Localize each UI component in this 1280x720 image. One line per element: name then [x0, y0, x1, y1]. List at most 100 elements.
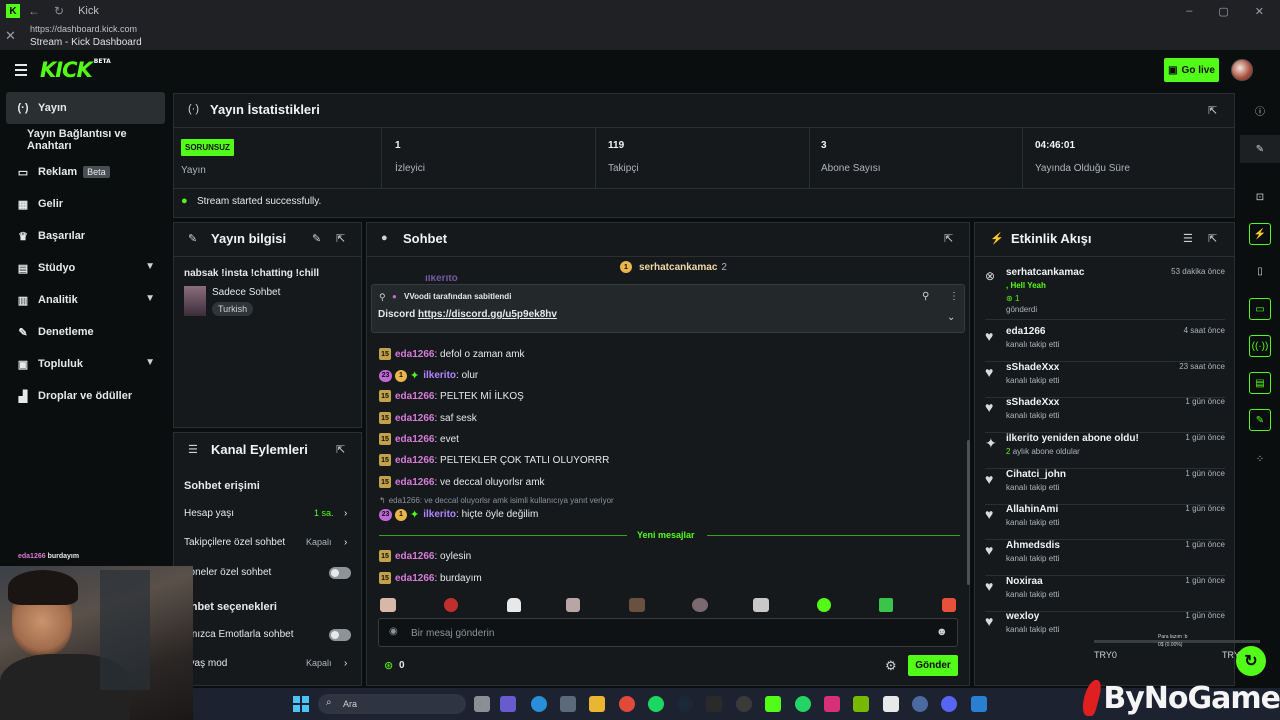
activity-item[interactable]: ♥ AllahinAmi 1 gün önce kanalı takip etti [985, 504, 1225, 540]
windows-start-icon[interactable] [293, 696, 309, 712]
avatar[interactable] [1231, 59, 1253, 81]
edge-icon[interactable] [531, 696, 547, 712]
sidebar-item-gelir[interactable]: ▦ Gelir [6, 188, 165, 220]
sidebar-item-stream-key[interactable]: Yayın Bağlantısı ve Anahtarı [6, 124, 165, 156]
wrench-icon[interactable]: ✎ [1249, 409, 1271, 431]
popout-icon[interactable]: ⇱ [1208, 232, 1217, 245]
refresh-icon[interactable]: ↻ [1236, 646, 1266, 676]
obs-icon[interactable] [736, 696, 752, 712]
activity-item[interactable]: ♥ Cihatci_john 1 gün önce kanalı takip etti [985, 469, 1225, 505]
activity-item[interactable]: ♥ eda1266 4 saat önce kanalı takip etti [985, 326, 1225, 362]
sidebar-item-reklam[interactable]: ▭ Reklam Beta [6, 156, 165, 188]
emote-icon[interactable] [629, 598, 645, 612]
popout-icon[interactable]: ⇱ [944, 232, 953, 245]
channel-actions-panel [173, 432, 362, 686]
activity-item[interactable]: ♥ Noxiraa 1 gün önce kanalı takip etti [985, 576, 1225, 612]
steam-icon[interactable] [677, 696, 693, 712]
subs-only-toggle[interactable] [329, 567, 351, 579]
menu-icon[interactable] [15, 64, 27, 79]
sidebar-item-topluluk[interactable]: ▣ Topluluk ▼ [6, 348, 165, 380]
sidebar-item-denetleme[interactable]: ✎ Denetleme [6, 316, 165, 348]
activity-item[interactable]: ⊗ serhatcankamac 53 dakika önce , Hell Y… [985, 267, 1225, 320]
drops-icon: ▟ [18, 390, 28, 403]
sidebar-item-studyo[interactable]: ▤ Stüdyo ▼ [6, 252, 165, 284]
emote-icon[interactable] [817, 598, 831, 612]
popout-icon[interactable]: ⇱ [1208, 104, 1217, 117]
emoji-icon[interactable]: ☻ [936, 626, 948, 638]
screenshot-icon[interactable]: ⊡ [1249, 186, 1271, 208]
go-live-button[interactable]: ▣ Go live [1164, 58, 1219, 82]
taskbar-search[interactable]: ⌕ Ara [318, 694, 466, 714]
app-icon[interactable] [912, 696, 928, 712]
heart-icon: ♥ [985, 364, 994, 380]
widgets-icon[interactable] [500, 696, 516, 712]
sidebar-item-yayin[interactable]: (·) Yayın [6, 92, 165, 124]
stats-icon[interactable]: ▤ [1249, 372, 1271, 394]
chevron-down-icon[interactable]: ⌄ [947, 312, 955, 323]
kick-icon[interactable] [765, 696, 781, 712]
activity-item[interactable]: ♥ Ahmedsdis 1 gün önce kanalı takip etti [985, 540, 1225, 576]
back-icon[interactable]: ← [28, 4, 40, 18]
emote-only-toggle[interactable] [329, 629, 351, 641]
emote-icon[interactable] [942, 598, 956, 612]
emote-icon[interactable] [566, 598, 580, 612]
reload-icon[interactable]: ↻ [54, 4, 64, 18]
chat-input[interactable]: ◉ Bir mesaj gönderin ☻ [378, 618, 958, 647]
taskview-icon[interactable] [474, 696, 490, 712]
document-icon[interactable]: ▯ [1249, 260, 1271, 282]
followers-only-row[interactable]: Takipçilere özel sohbet Kapalı › [184, 537, 354, 548]
pinned-message[interactable]: ⚲ ● VVoodi tarafından sabitlendi Discord… [371, 284, 965, 333]
discord-link[interactable]: https://discord.gg/u5p9ek8hv [418, 309, 557, 320]
emote-icon[interactable] [380, 598, 396, 612]
popout-icon[interactable]: ⇱ [336, 232, 345, 245]
activity-item[interactable]: ♥ sShadeXxx 1 gün önce kanalı takip etti [985, 397, 1225, 433]
emote-icon[interactable] [444, 598, 458, 612]
emote-icon[interactable] [692, 598, 708, 612]
discord-icon[interactable] [941, 696, 957, 712]
slow-mode-row[interactable]: avaş mod Kapalı › [184, 658, 354, 669]
store-icon[interactable] [560, 696, 576, 712]
chat-scrollbar[interactable] [967, 440, 970, 585]
edit-icon[interactable]: ✎ [1249, 138, 1271, 160]
popout-icon[interactable]: ⇱ [336, 443, 345, 456]
top-gifter[interactable]: 1 serhatcankamac 2 [620, 261, 727, 273]
account-age-row[interactable]: Hesap yaşı 1 sa. › [184, 508, 354, 519]
instagram-icon[interactable] [824, 696, 840, 712]
send-button[interactable]: Gönder [908, 655, 958, 676]
broadcast-icon[interactable]: ((·)) [1249, 335, 1271, 357]
activity-item[interactable]: ✦ ilkerito yeniden abone oldu! 1 gün önce 2… [985, 433, 1225, 469]
edit-icon[interactable]: ✎ [312, 232, 321, 245]
close-icon[interactable]: ✕ [5, 28, 16, 44]
points-icon[interactable]: ⊛ [384, 659, 393, 672]
kick-logo[interactable]: KICK BETA [40, 58, 111, 82]
chrome-icon[interactable] [619, 696, 635, 712]
emote-icon[interactable] [507, 598, 521, 612]
sidebar-item-analitik[interactable]: ▥ Analitik ▼ [6, 284, 165, 316]
gog-icon[interactable] [883, 696, 899, 712]
minimize-icon[interactable]: – [1186, 5, 1192, 18]
folder-icon[interactable] [589, 696, 605, 712]
sidebar-item-droplar[interactable]: ▟ Droplar ve ödüller [6, 380, 165, 412]
crown-icon: 1 [620, 261, 632, 273]
maximize-icon[interactable]: ▢ [1218, 5, 1228, 18]
more-icon[interactable]: ⋮ [949, 291, 959, 302]
unpin-icon[interactable]: ⚲ [922, 291, 929, 302]
info-icon[interactable]: ⓘ [1249, 99, 1271, 121]
lightning-icon[interactable]: ⚡ [1249, 223, 1271, 245]
settings-icon[interactable]: ⚙ [885, 658, 897, 674]
activity-item[interactable]: ♥ sShadeXxx 23 saat önce kanalı takip etti [985, 362, 1225, 398]
community-icon[interactable]: ⁘ [1249, 448, 1271, 470]
url-bar[interactable]: ✕ https://dashboard.kick.com Stream - Ki… [0, 22, 1280, 50]
emote-icon[interactable] [753, 598, 769, 612]
spotify-icon[interactable] [648, 696, 664, 712]
chat-icon[interactable]: ▭ [1249, 298, 1271, 320]
panel-title: Yayın bilgisi [211, 231, 287, 246]
nvidia-icon[interactable] [853, 696, 869, 712]
epic-icon[interactable] [706, 696, 722, 712]
app-icon[interactable] [971, 696, 987, 712]
emote-icon[interactable] [879, 598, 893, 612]
whatsapp-icon[interactable] [795, 696, 811, 712]
filter-icon[interactable]: ☰ [1183, 232, 1193, 245]
close-window-icon[interactable]: ✕ [1255, 5, 1264, 18]
sidebar-item-basarilar[interactable]: ♛ Başarılar [6, 220, 165, 252]
